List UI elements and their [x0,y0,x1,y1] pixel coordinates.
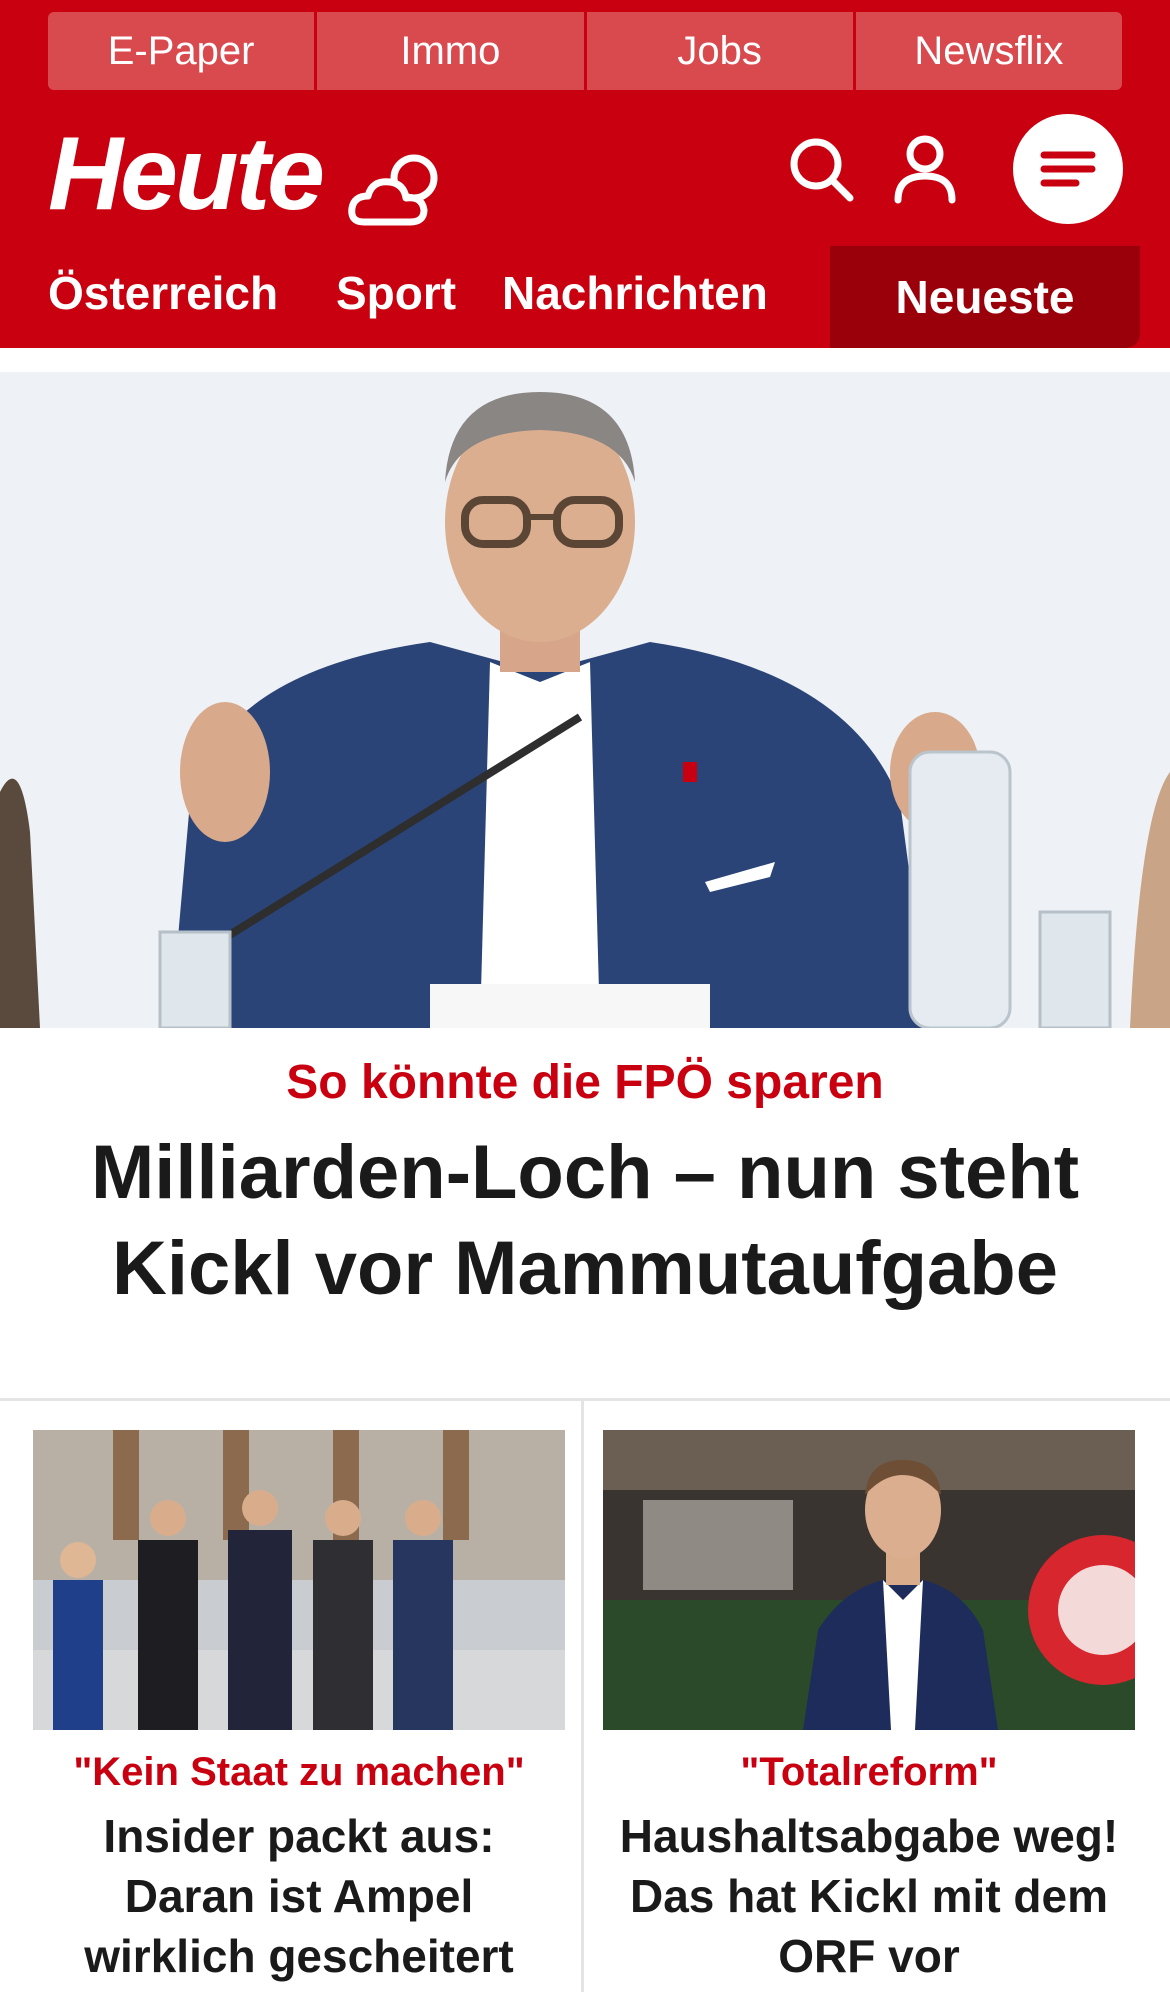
nav-item-neueste[interactable]: Neueste [830,246,1140,348]
menu-button[interactable] [1013,114,1123,224]
top-link-epaper[interactable]: E-Paper [48,12,318,90]
hero-kicker[interactable]: So könnte die FPÖ sparen [0,1055,1170,1110]
site-header: E-Paper Immo Jobs Newsflix Heute Österre… [0,0,1170,348]
nav-item-nachrichten[interactable]: Nachrichten [502,270,768,316]
site-logo[interactable]: Heute [48,122,325,226]
logo-row: Heute [48,110,1123,240]
teaser-image[interactable] [603,1430,1135,1730]
top-links-bar: E-Paper Immo Jobs Newsflix [48,12,1122,90]
hero-image[interactable] [0,372,1170,1028]
teaser-image[interactable] [33,1430,565,1730]
nav-item-oesterreich[interactable]: Österreich [48,270,278,316]
top-link-jobs[interactable]: Jobs [586,12,856,90]
menu-icon [1040,151,1096,187]
search-icon[interactable] [788,136,856,204]
teaser-title[interactable]: Haushaltsabgabe weg! Das hat Kickl mit d… [603,1806,1135,1986]
user-icon[interactable] [893,134,957,204]
teaser-card[interactable]: "Kein Staat zu machen" Insider packt aus… [33,1430,565,1986]
teaser-kicker[interactable]: "Totalreform" [603,1748,1135,1796]
divider [0,1398,1170,1401]
nav-item-sport[interactable]: Sport [336,270,456,316]
top-link-immo[interactable]: Immo [317,12,587,90]
teaser-kicker[interactable]: "Kein Staat zu machen" [33,1748,565,1796]
cloud-sun-icon[interactable] [346,150,456,230]
teaser-title[interactable]: Insider packt aus: Daran ist Ampel wirkl… [33,1806,565,1986]
teaser-card[interactable]: "Totalreform" Haushaltsabgabe weg! Das h… [603,1430,1135,1986]
section-nav: Österreich Sport Nachrichten Neueste [0,246,1170,348]
divider [581,1401,584,1992]
hero-headline[interactable]: Milliarden-Loch – nun steht Kickl vor Ma… [20,1125,1150,1317]
top-link-newsflix[interactable]: Newsflix [855,12,1122,90]
